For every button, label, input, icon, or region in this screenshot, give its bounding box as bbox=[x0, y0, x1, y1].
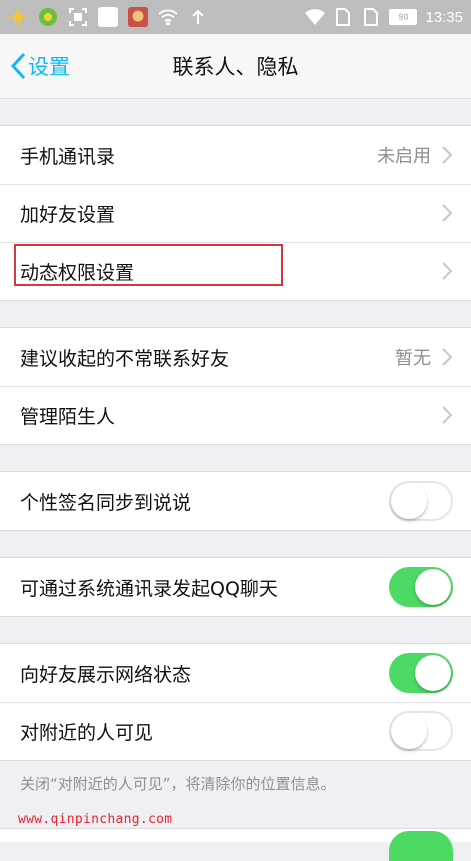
row-show-network-status: 向好友展示网络状态 bbox=[0, 644, 471, 702]
row-value: 未启用 bbox=[377, 146, 431, 167]
contacts-group: 手机通讯录 未启用 加好友设置 动态权限设置 bbox=[0, 125, 471, 301]
row-manage-strangers[interactable]: 管理陌生人 bbox=[0, 386, 471, 444]
row-label: 管理陌生人 bbox=[20, 405, 116, 428]
back-label: 设置 bbox=[28, 55, 70, 79]
toggle-knob bbox=[415, 569, 451, 605]
navigation-bar: 设置 联系人、隐私 bbox=[0, 34, 471, 99]
row-qq-chat-via-system-contacts: 可通过系统通讯录发起QQ聊天 bbox=[0, 558, 471, 616]
chevron-right-icon bbox=[442, 348, 453, 366]
row-label: 手机通讯录 bbox=[20, 145, 116, 168]
row-add-friend-settings[interactable]: 加好友设置 bbox=[0, 184, 471, 242]
row-collapse-inactive-friends[interactable]: 建议收起的不常联系好友 暂无 bbox=[0, 328, 471, 386]
page-title: 联系人、隐私 bbox=[172, 55, 299, 79]
battery-icon: 90 bbox=[389, 9, 418, 25]
row-label: 向好友展示网络状态 bbox=[20, 663, 192, 686]
row-visible-to-nearby: 对附近的人可见 bbox=[0, 702, 471, 760]
game-notification-icon bbox=[128, 7, 148, 27]
qq-chat-via-contacts-toggle[interactable] bbox=[389, 567, 453, 607]
nearby-footnote: 关闭“对附近的人可见”，将清除你的位置信息。 bbox=[20, 775, 336, 793]
chevron-right-icon bbox=[442, 204, 453, 222]
network-status-toggle[interactable] bbox=[389, 653, 453, 693]
upload-arrow-icon bbox=[188, 7, 208, 27]
row-sync-signature: 个性签名同步到说说 bbox=[0, 472, 471, 530]
sim-icon bbox=[333, 7, 353, 27]
back-button[interactable]: 设置 bbox=[10, 34, 70, 98]
row-label: 可通过系统通讯录发起QQ聊天 bbox=[20, 577, 278, 600]
row-label: 对附近的人可见 bbox=[20, 721, 154, 744]
app-notification-icon bbox=[38, 7, 58, 27]
partial-toggle[interactable] bbox=[389, 831, 453, 861]
watermark: www.qinpinchang.com bbox=[18, 812, 173, 827]
signature-group: 个性签名同步到说说 bbox=[0, 471, 471, 531]
toggle-knob bbox=[415, 655, 451, 691]
row-phone-contacts[interactable]: 手机通讯录 未启用 bbox=[0, 126, 471, 184]
friends-group: 建议收起的不常联系好友 暂无 管理陌生人 bbox=[0, 327, 471, 445]
row-label: 动态权限设置 bbox=[20, 261, 135, 284]
row-moments-permission-settings[interactable]: 动态权限设置 bbox=[0, 242, 471, 300]
partial-row bbox=[0, 828, 471, 861]
toggle-knob bbox=[391, 483, 427, 519]
system-contacts-group: 可通过系统通讯录发起QQ聊天 bbox=[0, 557, 471, 617]
visibility-group: 向好友展示网络状态 对附近的人可见 bbox=[0, 643, 471, 761]
visible-to-nearby-toggle[interactable] bbox=[389, 711, 453, 751]
status-bar: 90 13:35 bbox=[0, 0, 471, 34]
wifi-icon bbox=[158, 7, 178, 27]
row-label: 加好友设置 bbox=[20, 203, 116, 226]
wifi-signal-icon bbox=[305, 7, 326, 27]
chevron-right-icon bbox=[442, 406, 453, 424]
screenshot-icon bbox=[68, 7, 88, 27]
chevron-right-icon bbox=[442, 262, 453, 280]
sun-icon bbox=[8, 7, 28, 27]
row-label: 建议收起的不常联系好友 bbox=[20, 347, 230, 370]
sync-signature-toggle[interactable] bbox=[389, 481, 453, 521]
sim-icon bbox=[361, 7, 381, 27]
toggle-knob bbox=[391, 713, 427, 749]
row-value: 暂无 bbox=[395, 348, 431, 369]
row-label: 个性签名同步到说说 bbox=[20, 491, 192, 514]
app-notification-icon bbox=[98, 7, 118, 27]
chevron-left-icon bbox=[10, 52, 26, 80]
chevron-right-icon bbox=[442, 146, 453, 164]
clock: 13:35 bbox=[425, 8, 463, 26]
